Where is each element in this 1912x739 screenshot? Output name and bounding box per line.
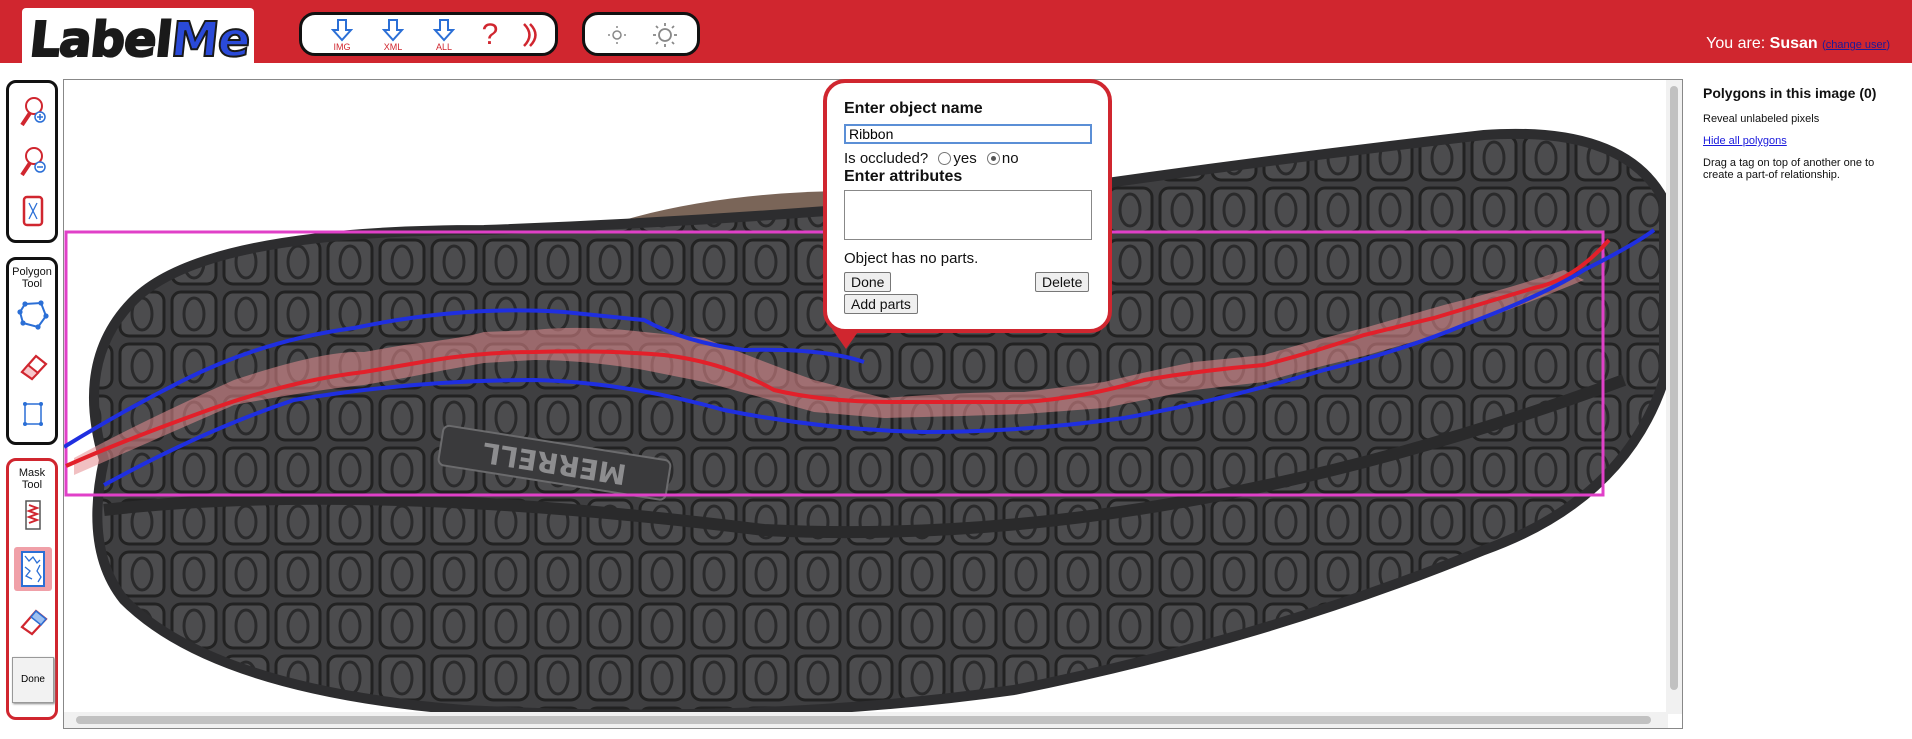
drag-tag-hint: Drag a tag on top of another one to crea… (1703, 157, 1875, 181)
mask-eraser-icon (20, 609, 48, 636)
eraser-icon (20, 354, 48, 381)
download-img-button[interactable]: IMG (322, 18, 362, 54)
scribble-background-icon (21, 551, 45, 587)
download-xml-button[interactable]: XML (373, 18, 413, 54)
scribble-foreground-icon (25, 500, 41, 530)
user-prefix: You are: (1706, 35, 1770, 52)
zoom-in-button[interactable] (16, 93, 50, 129)
user-info: You are: Susan (change user) (1706, 35, 1890, 53)
polygon-tool-title: Polygon Tool (12, 266, 52, 290)
mask-tool-title: Mask Tool (18, 467, 46, 491)
brightness-toolbar (582, 12, 700, 56)
attributes-textarea[interactable] (844, 190, 1092, 240)
labelme-logo[interactable]: LabelMe (22, 8, 254, 74)
popup-pointer (832, 329, 860, 349)
user-name: Susan (1769, 35, 1818, 52)
brightness-down-button[interactable] (597, 18, 637, 54)
help-button[interactable]: ? (470, 18, 510, 54)
add-parts-button[interactable]: Add parts (844, 294, 918, 314)
delete-button[interactable]: Delete (1035, 272, 1090, 292)
occluded-yes-label: yes (953, 150, 977, 167)
mask-tool-panel: Mask Tool Done (6, 458, 58, 720)
bounding-box-icon (23, 402, 43, 426)
horizontal-scrollbar[interactable] (64, 712, 1668, 728)
object-name-heading: Enter object name (844, 100, 983, 117)
polygon-tool-panel: Polygon Tool (6, 257, 58, 445)
occluded-no-label: no (1001, 150, 1019, 167)
download-all-button[interactable]: ALL (424, 18, 464, 54)
polygon-list-title: Polygons in this image (0) (1703, 85, 1877, 101)
horizontal-scroll-thumb[interactable] (76, 716, 1651, 724)
occluded-label: Is occluded? (844, 150, 929, 167)
moon-icon (523, 23, 537, 47)
reveal-unlabeled-text[interactable]: Reveal unlabeled pixels (1703, 113, 1903, 125)
download-all-label: ALL (435, 42, 452, 52)
zoom-out-button[interactable] (16, 143, 50, 179)
download-arrow-icon (381, 19, 405, 42)
parts-text: Object has no parts. (844, 250, 979, 267)
fit-to-screen-icon (22, 195, 44, 227)
attributes-heading: Enter attributes (844, 168, 963, 185)
sun-small-icon (608, 26, 626, 44)
occluded-yes-radio[interactable] (938, 151, 952, 165)
question-icon: ? (481, 18, 499, 51)
object-name-input[interactable] (844, 124, 1092, 144)
object-name-popup: Enter object name Is occluded? yes no En… (823, 79, 1112, 333)
change-user-link[interactable]: change user (1826, 39, 1887, 51)
vertical-scroll-thumb[interactable] (1670, 86, 1678, 690)
brightness-up-button[interactable] (645, 18, 685, 54)
bounding-box-button[interactable] (16, 396, 50, 432)
polygon-icon (17, 300, 49, 330)
download-arrow-icon (330, 19, 354, 42)
zoom-in-icon (20, 97, 46, 127)
zoom-out-icon (20, 147, 46, 177)
done-button[interactable]: Done (844, 272, 892, 292)
vertical-scrollbar[interactable] (1666, 80, 1682, 714)
sun-large-icon (653, 23, 677, 47)
zoom-tools-panel (6, 80, 58, 243)
download-toolbar: IMG XML ALL ? (299, 12, 558, 56)
polygon-tool-button[interactable] (16, 296, 50, 332)
hide-all-polygons-link[interactable]: Hide all polygons (1703, 135, 1787, 147)
scribble-foreground-button[interactable] (16, 497, 50, 533)
mask-done-button[interactable]: Done (12, 657, 54, 703)
mask-erase-button[interactable] (16, 603, 50, 639)
occluded-no-radio[interactable] (986, 151, 1000, 165)
logo-text-label: Label (26, 11, 175, 69)
erase-polygon-button[interactable] (16, 348, 50, 384)
polygon-list-panel: Polygons in this image (0) Reveal unlabe… (1703, 85, 1903, 181)
download-xml-label: XML (383, 42, 403, 52)
download-arrow-icon (432, 19, 456, 42)
occluded-row: Is occluded? yes no (844, 150, 1019, 167)
change-user-paren-close: ) (1886, 39, 1890, 51)
download-img-label: IMG (333, 42, 351, 52)
logo-text-me: Me (167, 11, 253, 69)
sign-out-button[interactable] (510, 18, 550, 54)
fit-to-screen-button[interactable] (16, 193, 50, 229)
scribble-background-button[interactable] (14, 547, 52, 591)
top-bar: LabelMe IMG XML ALL ? You are: Susan (ch… (0, 0, 1912, 74)
